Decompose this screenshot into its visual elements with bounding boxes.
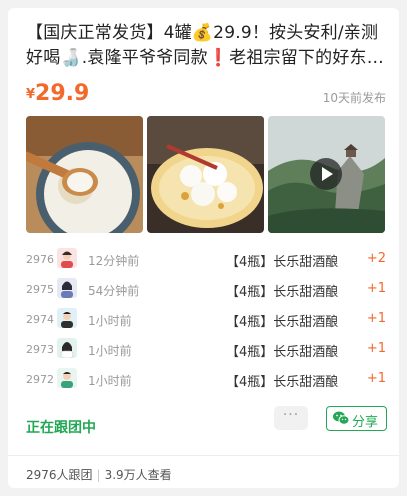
posted-time: 10天前发布 (322, 91, 386, 105)
order-product: 【4瓶】长乐甜酒酿 (226, 375, 339, 390)
order-quantity: +2 (366, 251, 386, 266)
price-row: ¥29.9 10天前发布 (26, 81, 386, 111)
avatar (57, 248, 77, 268)
price-amount: 29.9 (35, 81, 90, 106)
order-product: 【4瓶】长乐甜酒酿 (226, 315, 339, 330)
order-product: 【4瓶】长乐甜酒酿 (226, 255, 339, 270)
order-list: 2976 12分钟前 【4瓶】长乐甜酒酿 +2 2975 54分钟前 【4瓶】长… (26, 245, 388, 395)
tangyuan-bowl-photo[interactable] (147, 116, 264, 233)
views-count: 3.9万人查看 (104, 468, 172, 482)
group-stats: 2976人跟团 | 3.9万人查看 (26, 466, 172, 483)
group-buy-card[interactable]: 【国庆正常发货】4罐💰29.9！按头安利/亲测好喝🍶.袁隆平爷爷同款❗老祖宗留下… (8, 8, 399, 488)
order-quantity: +1 (366, 341, 386, 356)
order-number: 2975 (26, 283, 54, 296)
image-gallery (26, 116, 386, 233)
order-quantity: +1 (366, 371, 386, 386)
share-label: 分享 (352, 415, 379, 430)
avatar (57, 278, 77, 298)
order-time: 12分钟前 (88, 254, 140, 268)
price: ¥29.9 (26, 81, 89, 106)
order-quantity: +1 (366, 311, 386, 326)
order-row: 2975 54分钟前 【4瓶】长乐甜酒酿 +1 (26, 275, 388, 305)
price-currency: ¥ (26, 87, 36, 102)
order-row: 2974 1小时前 【4瓶】长乐甜酒酿 +1 (26, 305, 388, 335)
order-product: 【4瓶】长乐甜酒酿 (226, 345, 339, 360)
wechat-icon (333, 411, 350, 429)
avatar (57, 338, 77, 358)
mountain-video-thumb[interactable] (268, 116, 385, 233)
avatar (57, 308, 77, 328)
order-number: 2976 (26, 253, 54, 266)
more-options-button[interactable]: ··· (274, 406, 308, 430)
order-quantity: +1 (366, 281, 386, 296)
order-time: 1小时前 (88, 374, 132, 388)
order-row: 2976 12分钟前 【4瓶】长乐甜酒酿 +2 (26, 245, 388, 275)
order-time: 54分钟前 (88, 284, 140, 298)
following-status-link[interactable]: 正在跟团中 (26, 417, 96, 437)
order-time: 1小时前 (88, 314, 132, 328)
post-title[interactable]: 【国庆正常发货】4罐💰29.9！按头安利/亲测好喝🍶.袁隆平爷爷同款❗老祖宗留下… (26, 21, 386, 71)
order-number: 2974 (26, 313, 54, 326)
play-icon[interactable] (310, 158, 342, 190)
order-product: 【4瓶】长乐甜酒酿 (226, 285, 339, 300)
order-time: 1小时前 (88, 344, 132, 358)
order-number: 2973 (26, 343, 54, 356)
order-row: 2973 1小时前 【4瓶】长乐甜酒酿 +1 (26, 335, 388, 365)
stats-separator: | (96, 468, 101, 482)
order-row: 2972 1小时前 【4瓶】长乐甜酒酿 +1 (26, 365, 388, 395)
share-button[interactable]: 分享 (326, 406, 387, 431)
divider (8, 455, 399, 456)
order-number: 2972 (26, 373, 54, 386)
avatar (57, 368, 77, 388)
rice-wine-spoon-photo[interactable] (26, 116, 143, 233)
participants-count: 2976人跟团 (26, 468, 93, 482)
